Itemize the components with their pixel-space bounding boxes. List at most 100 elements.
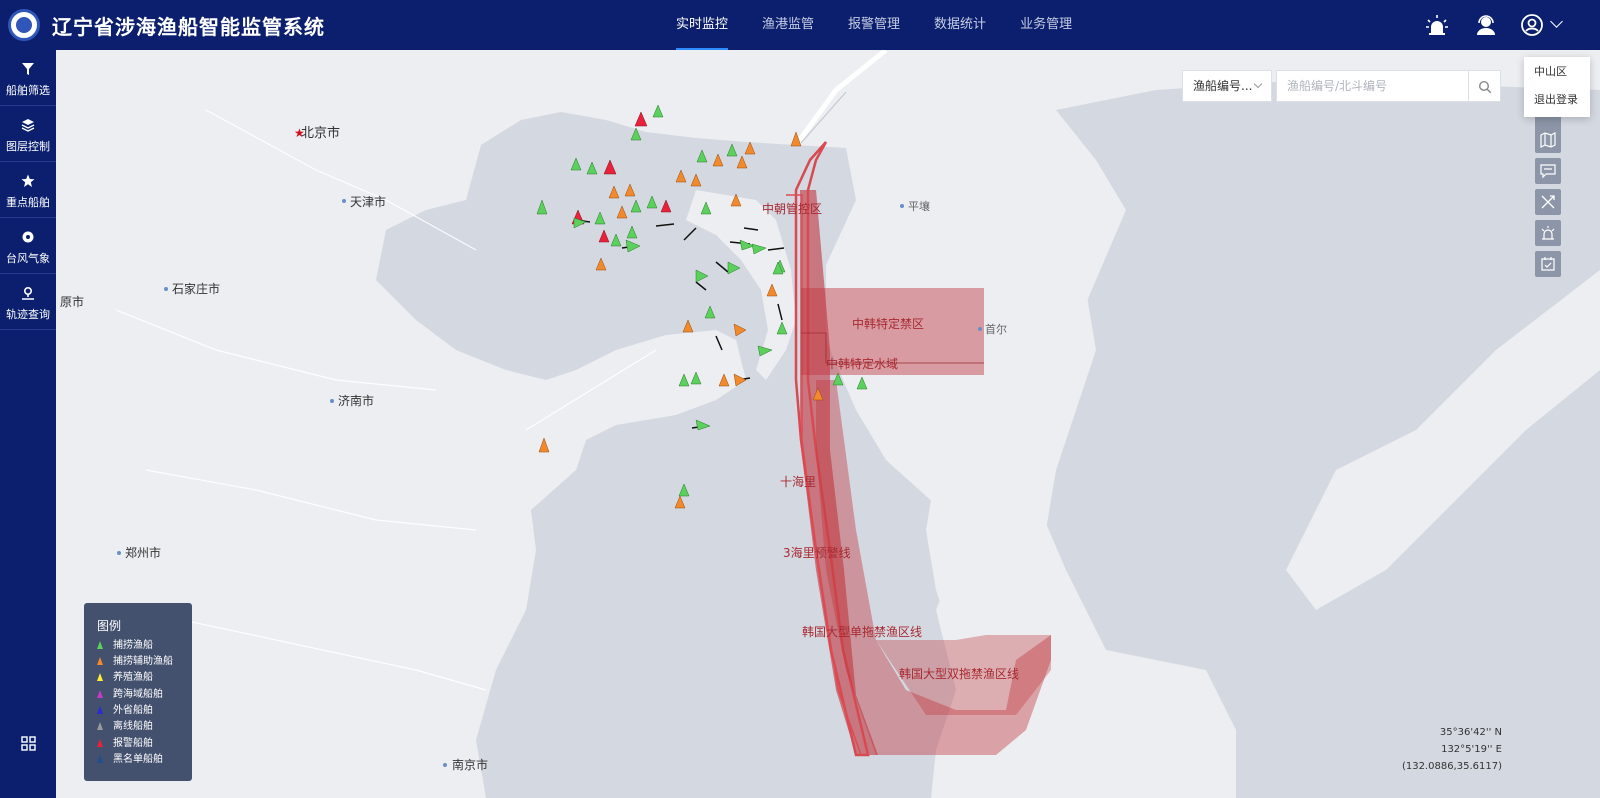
search-button[interactable] <box>1469 70 1501 102</box>
alarm-layer-button[interactable] <box>1535 220 1561 246</box>
nav-fishing-port[interactable]: 渔港监管 <box>762 0 814 50</box>
checklist-icon <box>1541 257 1555 271</box>
zone-label: 韩国大型单拖禁渔区线 <box>802 624 922 639</box>
legend-label: 捕捞渔船 <box>113 640 153 651</box>
support-agent-icon[interactable] <box>1474 13 1498 37</box>
search-type-value: 渔船编号... <box>1193 79 1253 93</box>
longitude-readout: 132°5'19'' E <box>1441 744 1502 755</box>
search-icon <box>1478 80 1492 94</box>
map-icon <box>1540 132 1556 148</box>
user-dropdown-menu: 中山区 退出登录 <box>1524 57 1590 117</box>
zone-label: 十海里 <box>780 474 816 489</box>
zone-label: 中韩特定禁区 <box>852 316 924 331</box>
legend-item: 跨海域船舶 <box>97 688 163 702</box>
legend-label: 养殖渔船 <box>113 672 153 683</box>
vessel-marker[interactable] <box>690 371 702 385</box>
decimal-coordinates: (132.0886,35.6117) <box>1401 761 1502 772</box>
legend-label: 离线船舶 <box>113 721 153 732</box>
vessel-marker[interactable] <box>718 373 730 387</box>
zone-label: 中韩特定水域 <box>826 356 898 371</box>
zone-label: 韩国大型双拖禁渔区线 <box>899 666 1019 681</box>
menu-item-logout[interactable]: 退出登录 <box>1524 87 1590 113</box>
checklist-button[interactable] <box>1535 251 1561 277</box>
sidebar-item-track-query[interactable]: 轨迹查询 <box>0 274 56 330</box>
city-dot <box>342 199 346 203</box>
triangle-icon <box>97 722 103 730</box>
sidebar-item-label: 重点船舶 <box>6 196 50 209</box>
map-area[interactable]: 中朝管控区 中韩特定禁区 中韩特定水域 十海里 3海里预警线 韩国大型单拖禁渔区… <box>56 50 1600 798</box>
menu-item-district[interactable]: 中山区 <box>1524 59 1590 85</box>
triangle-icon <box>97 657 103 665</box>
sidebar-item-label: 台风气象 <box>6 252 50 265</box>
city-dot <box>117 551 121 555</box>
sidebar-item-layer-control[interactable]: 图层控制 <box>0 106 56 162</box>
chevron-down-icon[interactable] <box>1550 15 1563 28</box>
vessel-marker[interactable] <box>538 437 550 453</box>
sidebar-item-ship-filter[interactable]: 船舶筛选 <box>0 50 56 106</box>
legend-label: 外省船舶 <box>113 705 153 716</box>
vessel-marker[interactable] <box>856 376 868 390</box>
app-title: 辽宁省涉海渔船智能监管系统 <box>52 15 325 39</box>
city-dot <box>900 204 904 208</box>
zone-label: 3海里预警线 <box>783 545 851 560</box>
left-sidebar: 船舶筛选 图层控制 重点船舶 台风气象 轨迹查询 <box>0 50 56 798</box>
track-pin-icon <box>22 286 34 300</box>
cursor-coordinates: 35°36'42'' N 132°5'19'' E (132.0886,35.6… <box>1392 724 1502 775</box>
message-icon <box>1540 164 1556 179</box>
user-account-icon[interactable] <box>1520 13 1544 37</box>
nav-realtime-monitoring[interactable]: 实时监控 <box>676 0 729 50</box>
sidebar-item-key-ships[interactable]: 重点船舶 <box>0 162 56 218</box>
crossed-tools-icon <box>1541 195 1555 209</box>
legend-label: 黑名单船舶 <box>113 754 163 765</box>
legend-item: 养殖渔船 <box>97 671 153 685</box>
city-label: 平壤 <box>908 199 930 213</box>
layers-icon <box>21 119 35 132</box>
zone-label: 中朝管控区 <box>762 201 822 216</box>
map-view-button[interactable] <box>1535 127 1561 153</box>
city-dot <box>978 327 982 331</box>
nav-data-statistics[interactable]: 数据统计 <box>934 0 986 50</box>
nav-business-management[interactable]: 业务管理 <box>1020 0 1072 50</box>
vessel-marker[interactable] <box>634 111 648 127</box>
search-type-select[interactable]: 渔船编号... <box>1182 70 1272 102</box>
city-label: 天津市 <box>350 194 386 209</box>
triangle-icon <box>97 739 103 747</box>
chevron-down-icon <box>1253 79 1263 89</box>
latitude-readout: 35°36'42'' N <box>1439 727 1502 738</box>
map-canvas[interactable]: 中朝管控区 中韩特定禁区 中韩特定水域 十海里 3海里预警线 韩国大型单拖禁渔区… <box>56 50 1600 798</box>
sidebar-item-label: 图层控制 <box>6 140 50 153</box>
city-dot <box>164 287 168 291</box>
legend-item: 报警船舶 <box>97 737 153 751</box>
sidebar-item-typhoon-weather[interactable]: 台风气象 <box>0 218 56 274</box>
map-legend: 图例 捕捞渔船 捕捞辅助渔船 养殖渔船 跨海域船舶 外省船舶 离线船舶 报警船舶… <box>84 603 192 781</box>
nav-alarm-management[interactable]: 报警管理 <box>848 0 900 50</box>
city-label: 原市 <box>60 294 84 309</box>
city-label: 南京市 <box>452 757 488 772</box>
message-button[interactable] <box>1535 158 1561 184</box>
border-line <box>800 91 847 144</box>
alarm-light-icon <box>1541 226 1555 240</box>
legend-item: 外省船舶 <box>97 704 153 718</box>
vessel-search-bar: 渔船编号... <box>1182 70 1501 102</box>
city-label: 首尔 <box>985 322 1007 336</box>
filter-icon <box>22 63 34 75</box>
measure-tool-button[interactable] <box>1535 189 1561 215</box>
city-label: 石家庄市 <box>172 281 220 296</box>
legend-item: 捕捞渔船 <box>97 639 153 653</box>
main-nav: 实时监控 渔港监管 报警管理 数据统计 业务管理 <box>676 0 1106 50</box>
sidebar-item-label: 船舶筛选 <box>6 84 50 97</box>
legend-title: 图例 <box>97 619 122 633</box>
sidebar-item-label: 轨迹查询 <box>6 308 50 321</box>
city-dot <box>443 763 447 767</box>
vessel-marker[interactable] <box>652 104 664 118</box>
apps-grid-icon[interactable] <box>21 736 36 751</box>
search-input[interactable] <box>1276 70 1469 102</box>
app-logo <box>8 9 40 41</box>
star-icon <box>21 174 35 187</box>
triangle-icon <box>97 641 103 649</box>
vessel-marker[interactable] <box>678 373 690 387</box>
city-label: 郑州市 <box>125 545 161 560</box>
city-dot <box>330 399 334 403</box>
legend-item: 黑名单船舶 <box>97 753 163 767</box>
alarm-light-icon[interactable] <box>1425 13 1449 37</box>
